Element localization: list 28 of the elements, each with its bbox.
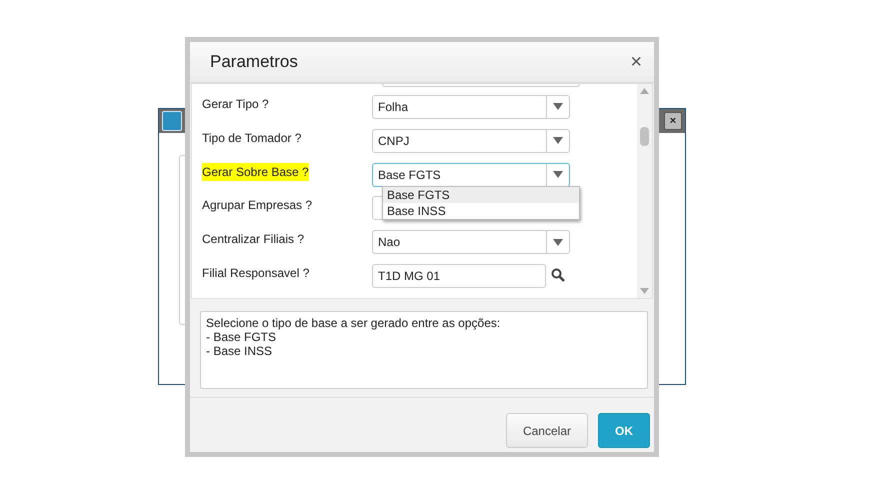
help-text: Selecione o tipo de base a ser gerado entre as opções: - Base FGTS - Base INSS bbox=[200, 311, 648, 389]
cancel-button[interactable]: Cancelar bbox=[506, 413, 588, 448]
dialog-title: Parametros bbox=[210, 52, 298, 72]
scroll-thumb[interactable] bbox=[640, 126, 649, 146]
scroll-up-icon[interactable] bbox=[640, 88, 649, 94]
close-button[interactable]: × bbox=[664, 112, 682, 130]
input-field[interactable]: T1D MG 01 bbox=[372, 264, 546, 288]
field-label: Gerar Tipo ? bbox=[202, 96, 269, 113]
caret-icon bbox=[553, 171, 563, 178]
field-label: Agrupar Empresas ? bbox=[202, 197, 312, 214]
monitor-icon bbox=[162, 111, 182, 131]
field-label: Tipo de Tomador ? bbox=[202, 130, 302, 147]
caret-icon bbox=[553, 238, 563, 246]
dropdown-option[interactable]: Base FGTS bbox=[383, 186, 579, 203]
field-label: Centralizar Filiais ? bbox=[202, 231, 304, 248]
dropdown-field[interactable]: Base FGTS bbox=[372, 162, 570, 187]
search-icon[interactable] bbox=[551, 268, 565, 282]
dropdown-field[interactable]: CNPJ bbox=[372, 128, 570, 153]
close-button[interactable]: × bbox=[630, 50, 642, 74]
dropdown-field[interactable]: Nao bbox=[372, 230, 570, 254]
dropdown-field[interactable]: Folha bbox=[372, 94, 570, 119]
scroll-down-icon[interactable] bbox=[640, 288, 649, 294]
dropdown-option[interactable]: Base INSS bbox=[383, 202, 579, 219]
scrollbar[interactable] bbox=[637, 84, 652, 298]
caret-icon bbox=[553, 137, 563, 144]
field-label: Gerar Sobre Base ? bbox=[202, 162, 309, 181]
field-label: Filial Responsavel ? bbox=[202, 265, 310, 282]
input-field[interactable] bbox=[382, 84, 580, 87]
